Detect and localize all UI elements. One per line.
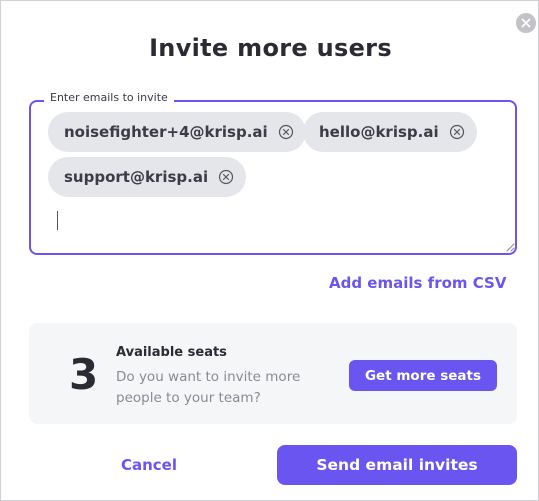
email-input-label: Enter emails to invite (44, 91, 174, 104)
resize-handle-icon[interactable] (505, 242, 515, 252)
cancel-button[interactable]: Cancel (97, 447, 201, 483)
invite-dialog: Invite more users Enter emails to invite… (0, 0, 539, 501)
dialog-title: Invite more users (149, 34, 392, 62)
circle-x-icon[interactable] (218, 169, 234, 185)
available-seats-description: Do you want to invite more people to you… (116, 369, 301, 406)
email-chip-text: noisefighter+4@krisp.ai (64, 123, 268, 141)
get-more-seats-button[interactable]: Get more seats (349, 360, 497, 391)
email-chip: support@krisp.ai (48, 157, 247, 197)
close-button[interactable] (516, 13, 536, 33)
circle-x-icon[interactable] (278, 124, 294, 140)
add-emails-from-csv-link[interactable]: Add emails from CSV (329, 274, 506, 292)
email-chip: hello@krisp.ai (303, 112, 477, 152)
send-email-invites-button[interactable]: Send email invites (277, 445, 517, 485)
close-icon (521, 18, 531, 28)
text-caret (57, 211, 58, 230)
email-chip-text: hello@krisp.ai (319, 123, 439, 141)
available-seats-count: 3 (69, 350, 99, 399)
email-chip: noisefighter+4@krisp.ai (48, 112, 306, 152)
circle-x-icon[interactable] (449, 124, 465, 140)
email-chip-text: support@krisp.ai (64, 168, 209, 186)
available-seats-title: Available seats (116, 345, 227, 360)
